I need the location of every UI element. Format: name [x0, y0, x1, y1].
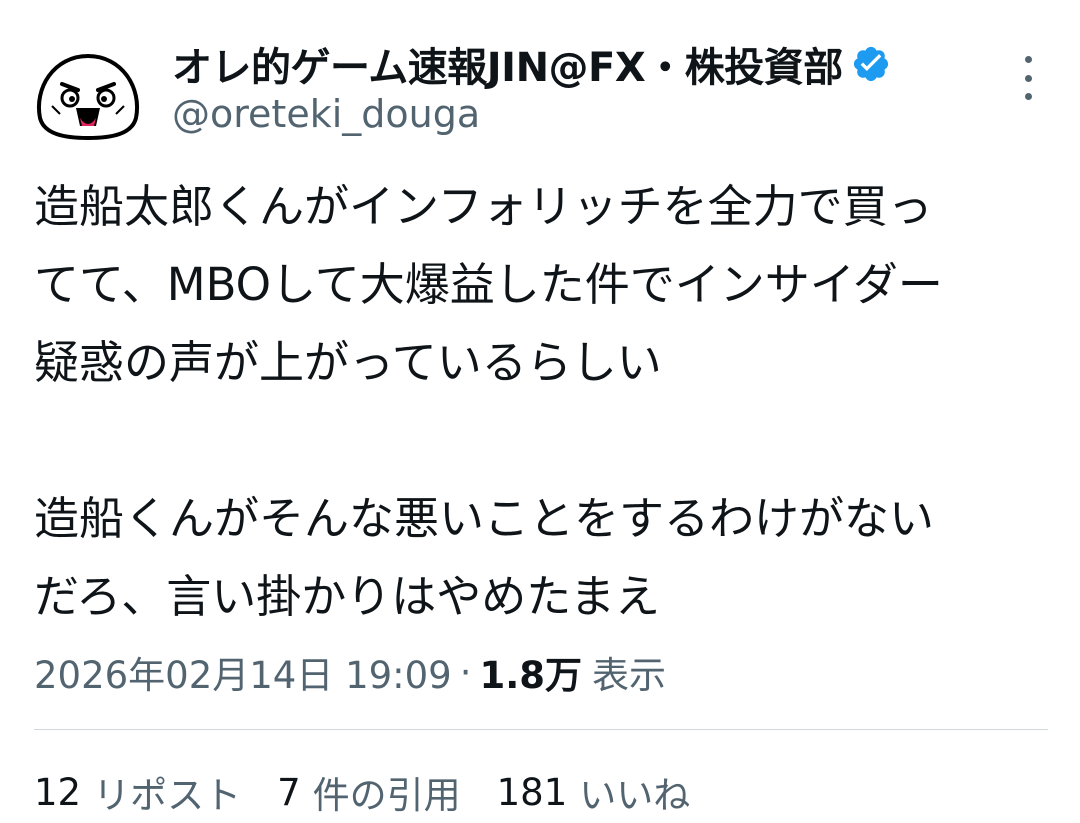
engagement-stats: 12 リポスト 7 件の引用 181 いいね	[34, 765, 726, 819]
quotes-label: 件の引用	[312, 774, 461, 817]
mochi-face-avatar-icon	[37, 53, 139, 141]
more-vertical-icon-dot	[1024, 74, 1032, 82]
likes-stat[interactable]: 181 いいね	[497, 765, 691, 819]
quotes-count: 7	[277, 770, 301, 814]
views-count: 1.8万	[479, 654, 583, 697]
reposts-stat[interactable]: 12 リポスト	[34, 765, 241, 819]
reposts-count: 12	[34, 770, 82, 814]
tweet-text-line: てて、MBOして大爆益した件でインサイダー	[34, 258, 943, 311]
quotes-stat[interactable]: 7 件の引用	[277, 765, 461, 819]
tweet-text-line: 造船くんがそんな悪いことをするわけがない	[34, 492, 935, 545]
more-vertical-icon-dot	[1024, 93, 1032, 100]
tweet-timestamp[interactable]: 2026年02月14日 19:09	[34, 645, 452, 699]
more-options-button[interactable]	[1010, 56, 1046, 100]
verified-badge-icon[interactable]	[851, 44, 891, 84]
likes-count: 181	[496, 770, 568, 814]
tweet-text-line: 造船太郎くんがインフォリッチを全力で買っ	[34, 180, 933, 233]
tweet-text-line: だろ、言い掛かりはやめたまえ	[34, 570, 660, 623]
author-handle[interactable]: @oreteki_douga	[172, 92, 480, 136]
author-name-row[interactable]: オレ的ゲーム速報JIN@FX・株投資部	[172, 35, 891, 93]
author-display-name[interactable]: オレ的ゲーム速報JIN@FX・株投資部	[172, 35, 843, 93]
likes-label: いいね	[579, 774, 691, 817]
divider	[34, 729, 1048, 730]
tweet-text-line: 疑惑の声が上がっているらしい	[34, 336, 662, 389]
more-vertical-icon-dot	[1024, 56, 1032, 63]
tweet-meta: 2026年02月14日 19:09 · 1.8万 表示	[34, 645, 666, 699]
reposts-label: リポスト	[93, 774, 242, 817]
meta-separator: ·	[459, 650, 472, 694]
tweet-text-blank-line	[34, 402, 1064, 480]
avatar[interactable]	[32, 48, 144, 141]
tweet-text: 造船太郎くんがインフォリッチを全力で買っ てて、MBOして大爆益した件でインサイ…	[34, 168, 1064, 636]
views-label: 表示	[592, 654, 667, 697]
